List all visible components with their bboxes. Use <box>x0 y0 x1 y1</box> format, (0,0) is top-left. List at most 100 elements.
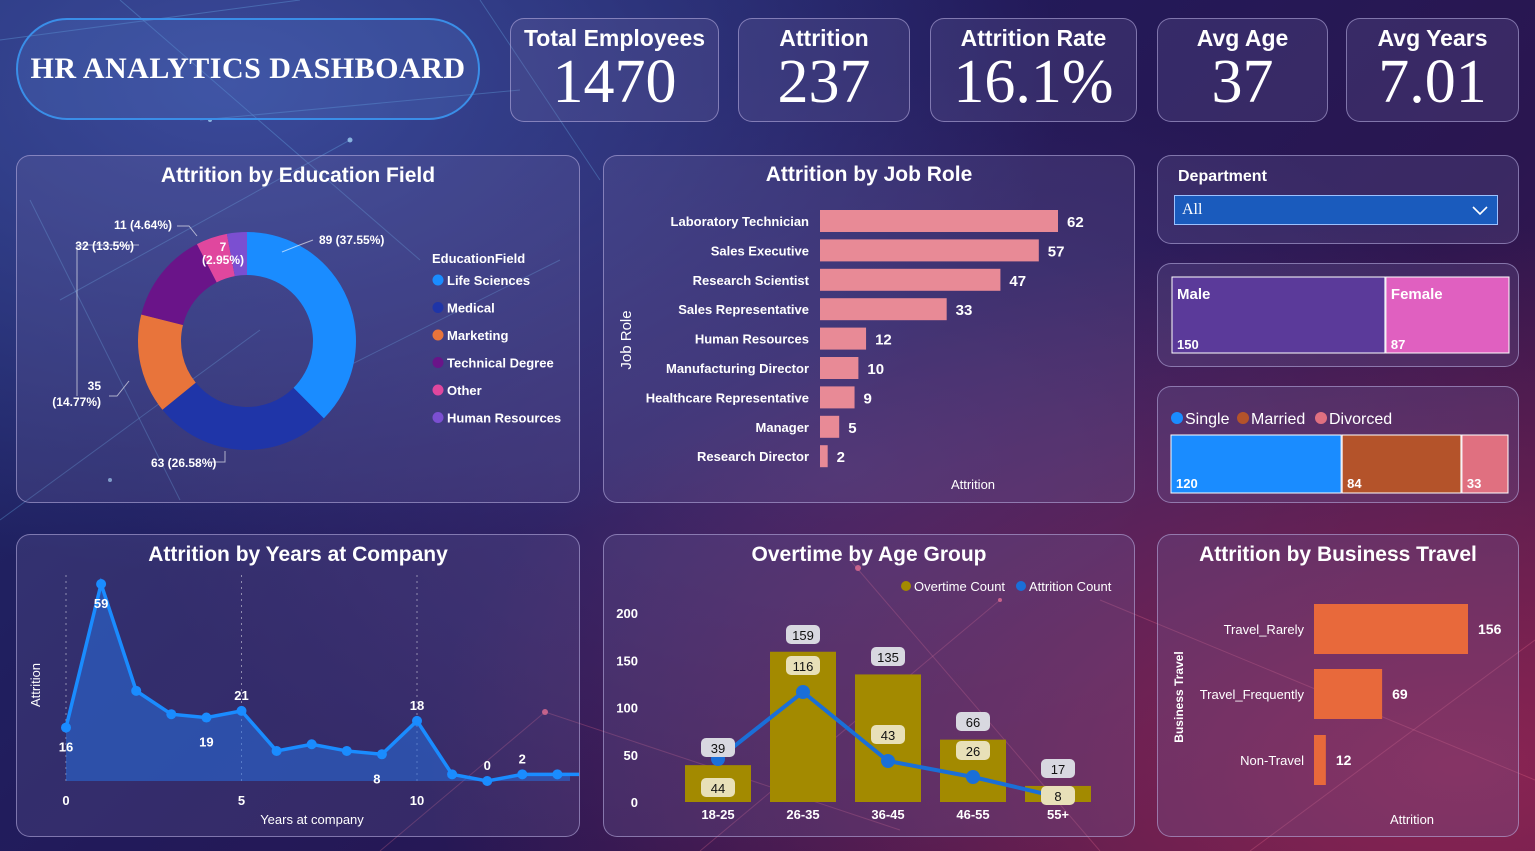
y-tick-label: 200 <box>616 606 638 621</box>
data-label: 0 <box>484 758 491 773</box>
attrition-data-label: 116 <box>793 659 814 674</box>
job-role-label: Sales Executive <box>711 243 809 258</box>
donut-data-label-num: 35 <box>88 379 102 393</box>
x-axis-label: Attrition <box>1390 812 1434 827</box>
overtime-combo-chart[interactable]: Overtime Count Attrition Count 0 50 100 150… <box>604 535 1134 836</box>
kpi-card-avg-years: Avg Years 7.01 <box>1346 18 1519 122</box>
data-point <box>517 769 528 780</box>
data-label: 18 <box>410 698 424 713</box>
job-role-value: 57 <box>1048 243 1065 260</box>
job-role-bar <box>820 445 828 468</box>
marital-segment-value: 33 <box>1467 476 1481 491</box>
overtime-data-label: 135 <box>877 650 899 665</box>
business-travel-bar-chart[interactable]: Attrition Business Travel Travel_Rarely 1… <box>1158 535 1518 836</box>
gender-tile-label: Female <box>1391 286 1443 303</box>
legend-marker <box>432 384 444 396</box>
legend-marker <box>432 357 444 368</box>
job-role-label: Manufacturing Director <box>666 361 809 376</box>
job-role-bar <box>820 415 840 438</box>
travel-bar <box>1314 735 1326 785</box>
travel-value: 12 <box>1336 752 1352 768</box>
kpi-value: 237 <box>777 48 871 116</box>
data-point <box>306 739 317 750</box>
x-tick-label: 36-45 <box>871 807 904 822</box>
x-tick-label: 46-55 <box>956 807 989 822</box>
travel-value: 156 <box>1478 621 1502 637</box>
kpi-value: 1470 <box>552 48 677 116</box>
data-label: 19 <box>199 735 213 750</box>
data-point <box>552 769 563 780</box>
job-role-value: 5 <box>848 420 856 437</box>
legend-item: Marketing <box>447 328 508 343</box>
education-donut-chart[interactable]: EducationField 89 (37.55%) 63 (26.58%) 35 (… <box>17 156 579 502</box>
overtime-data-label: 66 <box>966 715 980 730</box>
donut-data-label: 63 (26.58%) <box>151 456 216 470</box>
years-area-chart[interactable]: Years at company Attrition 16 59 19 21 8 18 0 2… <box>17 535 579 836</box>
job-role-panel: Attrition by Job Role Attrition Job Role… <box>603 155 1135 503</box>
attrition-data-label: 44 <box>711 781 725 796</box>
kpi-card-total-employees: Total Employees 1470 <box>510 18 719 122</box>
attrition-data-label: 26 <box>966 744 980 759</box>
x-tick-label: 10 <box>410 793 424 808</box>
x-axis-label: Years at company <box>260 812 364 827</box>
job-role-label: Sales Representative <box>678 302 809 317</box>
legend-marker <box>432 329 444 341</box>
marital-status-chart[interactable]: Single Married Divorced 120 84 33 <box>1158 387 1518 502</box>
donut-data-label: 32 (13.5%) <box>75 239 134 253</box>
job-role-value: 33 <box>956 302 973 319</box>
job-role-value: 10 <box>867 361 884 378</box>
y-axis-label: Business Travel <box>1172 651 1186 742</box>
gender-tile-label: Male <box>1177 286 1210 303</box>
department-selected-value: All <box>1182 201 1203 218</box>
legend-marker <box>432 412 444 423</box>
job-role-value: 62 <box>1067 214 1084 231</box>
data-point <box>96 579 107 589</box>
data-point <box>131 685 142 696</box>
job-role-label: Healthcare Representative <box>646 390 809 405</box>
label-leader-line <box>109 380 130 397</box>
legend-marker-overtime <box>901 581 911 591</box>
legend-item: Human Resources <box>447 411 561 426</box>
attrition-point <box>881 754 895 768</box>
kpi-value: 37 <box>1211 48 1274 116</box>
overtime-data-label: 39 <box>711 741 725 756</box>
data-label: 2 <box>519 751 526 766</box>
legend-marker <box>1315 412 1327 424</box>
kpi-card-avg-age: Avg Age 37 <box>1157 18 1328 122</box>
job-role-bar-chart[interactable]: Attrition Job Role Laboratory Technician… <box>604 156 1134 502</box>
travel-category-label: Travel_Frequently <box>1200 687 1305 702</box>
marital-segment-value: 120 <box>1176 476 1198 491</box>
job-role-bar <box>820 268 1001 291</box>
travel-bar <box>1314 669 1383 719</box>
legend-item: Single <box>1185 411 1230 428</box>
education-field-panel: Attrition by Education Field EducationFi… <box>16 155 580 503</box>
data-point <box>61 722 71 733</box>
legend-marker <box>432 274 444 286</box>
attrition-point <box>796 685 810 699</box>
legend-item: Divorced <box>1329 411 1392 428</box>
donut-data-label: 11 (4.64%) <box>114 218 172 232</box>
years-at-company-panel: Attrition by Years at Company Years at c… <box>16 534 580 837</box>
department-dropdown[interactable]: All <box>1174 195 1498 225</box>
department-label: Department <box>1178 168 1267 185</box>
label-leader-line <box>76 244 139 396</box>
job-role-bar <box>820 298 947 321</box>
travel-category-label: Non-Travel <box>1240 753 1304 768</box>
x-tick-label: 26-35 <box>786 807 819 822</box>
donut-data-label-pct: (2.95%) <box>202 253 244 267</box>
data-point <box>412 715 422 726</box>
job-role-label: Manager <box>756 420 809 435</box>
gender-tile-value: 150 <box>1177 337 1199 352</box>
legend-attrition: Attrition Count <box>1029 579 1112 594</box>
x-tick-label: 5 <box>238 793 245 808</box>
job-role-bar <box>820 386 855 409</box>
data-point <box>341 745 352 756</box>
job-role-label: Research Scientist <box>693 273 810 288</box>
kpi-card-attrition-rate: Attrition Rate 16.1% <box>930 18 1137 122</box>
donut-data-label-num: 7 <box>220 240 227 254</box>
chevron-down-icon <box>1472 206 1488 216</box>
gender-treemap[interactable]: Male 150 Female 87 <box>1158 264 1518 366</box>
job-role-value: 47 <box>1009 273 1026 290</box>
data-point <box>376 749 387 760</box>
job-role-bar <box>820 327 867 350</box>
